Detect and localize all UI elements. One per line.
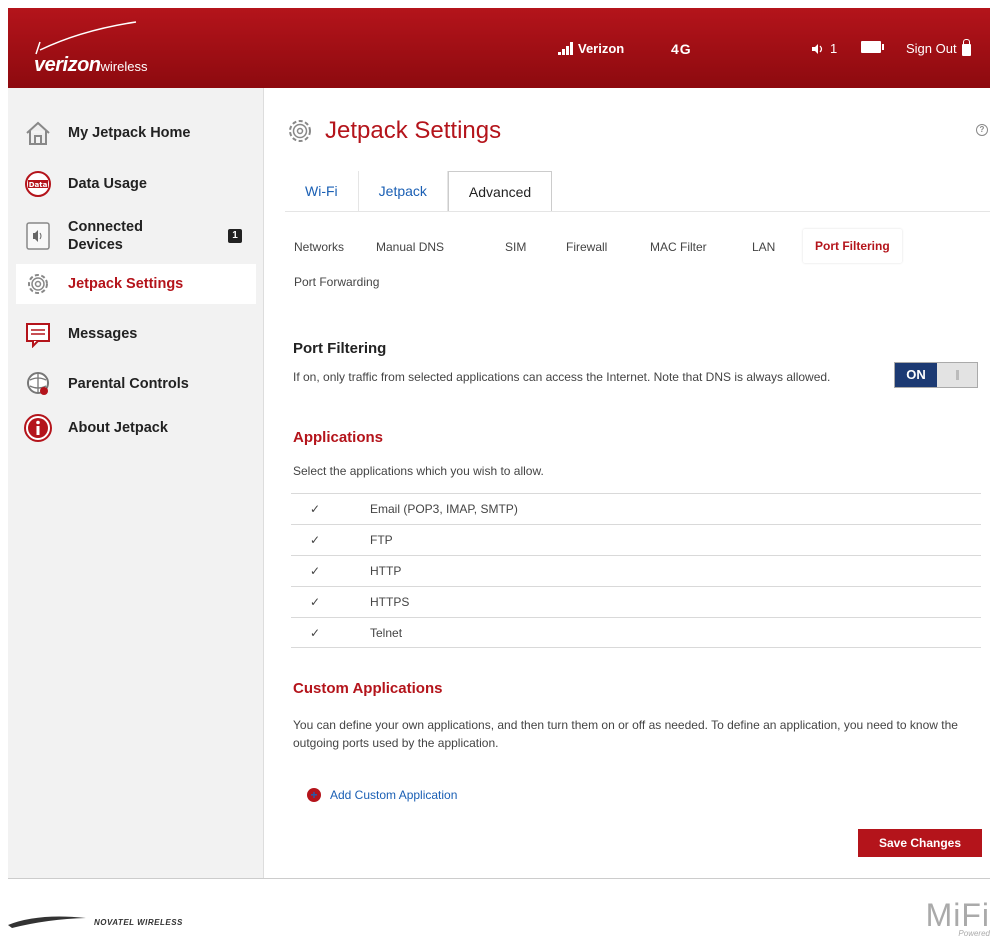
sidebar-item-label: My Jetpack Home: [68, 125, 191, 141]
sidebar-item-parental-controls[interactable]: Parental Controls: [16, 366, 256, 402]
sidebar: My Jetpack Home Data Data Usage Connecte…: [8, 88, 264, 878]
sidebar-item-home[interactable]: My Jetpack Home: [16, 113, 256, 153]
subtab-manual-dns[interactable]: Manual DNS: [376, 240, 444, 254]
port-filtering-heading: Port Filtering: [293, 340, 387, 357]
settings-gear-icon: [289, 120, 311, 142]
logo-swoosh-icon: [35, 21, 137, 55]
verizon-logo: verizonwireless: [32, 20, 202, 80]
subtab-port-filtering[interactable]: Port Filtering: [803, 229, 902, 263]
messages-icon: [22, 318, 54, 350]
tab-wifi[interactable]: Wi-Fi: [285, 171, 359, 211]
subtab-firewall[interactable]: Firewall: [566, 240, 607, 254]
toggle-on-label: ON: [895, 363, 937, 387]
app-name: Email (POP3, IMAP, SMTP): [370, 502, 518, 516]
app-name: HTTPS: [370, 595, 410, 609]
sidebar-item-label: Messages: [68, 326, 138, 342]
checkbox-email[interactable]: ✓: [308, 502, 322, 516]
sign-out-link[interactable]: Sign Out: [906, 39, 971, 56]
gear-icon: [22, 268, 54, 300]
sidebar-item-label: Data Usage: [68, 176, 147, 192]
checkbox-ftp[interactable]: ✓: [308, 533, 322, 547]
logo-sub-text: wireless: [100, 59, 148, 74]
sidebar-item-label: Jetpack Settings: [68, 276, 184, 292]
list-item: ✓ Telnet: [291, 617, 981, 648]
mifi-powered-text: Powered: [958, 929, 990, 938]
home-icon: [22, 117, 54, 149]
applications-list: ✓ Email (POP3, IMAP, SMTP) ✓ FTP ✓ HTTP …: [291, 493, 981, 648]
subtab-mac-filter[interactable]: MAC Filter: [650, 240, 707, 254]
sidebar-item-label: About Jetpack: [68, 420, 168, 436]
custom-applications-description: You can define your own applications, an…: [293, 718, 958, 750]
parental-controls-icon: [22, 368, 54, 400]
app-name: FTP: [370, 533, 393, 547]
connected-devices-indicator[interactable]: 1: [811, 41, 837, 56]
sign-out-label: Sign Out: [906, 41, 957, 56]
top-banner: verizonwireless Verizon 4G 1 Sign Out: [8, 8, 990, 88]
sidebar-item-label: Connected Devices: [68, 219, 143, 253]
tab-jetpack[interactable]: Jetpack: [359, 171, 448, 211]
info-icon: [22, 412, 54, 444]
tab-advanced[interactable]: Advanced: [447, 171, 553, 212]
connected-devices-icon: [22, 220, 54, 252]
custom-applications-heading: Custom Applications: [293, 680, 443, 697]
connected-devices-badge: 1: [228, 229, 242, 243]
port-filtering-description: If on, only traffic from selected applic…: [293, 370, 831, 384]
port-filtering-toggle[interactable]: ON: [894, 362, 978, 388]
subtab-lan[interactable]: LAN: [752, 240, 775, 254]
network-type-label: 4G: [671, 41, 692, 57]
battery-status: [861, 41, 884, 53]
sidebar-item-connected-devices[interactable]: Connected Devices 1: [16, 214, 256, 258]
main-content: Jetpack Settings ? Wi-Fi Jetpack Advance…: [265, 88, 990, 878]
list-item: ✓ HTTP: [291, 555, 981, 586]
svg-text:Data: Data: [29, 181, 48, 189]
signal-strength-icon: [558, 42, 573, 55]
sidebar-item-jetpack-settings[interactable]: Jetpack Settings: [16, 264, 256, 304]
footer: NOVATEL WIRELESS MiFi Powered: [8, 878, 990, 943]
page-title: Jetpack Settings: [285, 116, 501, 146]
applications-heading: Applications: [293, 429, 384, 446]
network-type: 4G: [671, 41, 692, 57]
wifi-devices-icon: [812, 43, 823, 54]
sidebar-item-messages[interactable]: Messages: [16, 316, 256, 352]
add-custom-application-label: Add Custom Application: [330, 788, 458, 802]
page-title-text: Jetpack Settings: [325, 117, 502, 144]
subtab-networks[interactable]: Networks: [294, 240, 344, 254]
novatel-text: NOVATEL WIRELESS: [94, 917, 183, 927]
novatel-swoosh-icon: [8, 916, 86, 928]
list-item: ✓ FTP: [291, 524, 981, 555]
data-usage-icon: Data: [22, 168, 54, 200]
plus-icon: +: [307, 788, 321, 802]
app-name: Telnet: [370, 625, 403, 640]
sidebar-item-label: Parental Controls: [68, 376, 189, 392]
list-item: ✓ Email (POP3, IMAP, SMTP): [291, 493, 981, 524]
tabs-divider: [285, 211, 990, 212]
app-name: HTTP: [370, 564, 402, 578]
novatel-logo: NOVATEL WIRELESS: [8, 915, 183, 929]
carrier-name: Verizon: [578, 41, 625, 56]
list-item: ✓ HTTPS: [291, 586, 981, 617]
sidebar-item-data-usage[interactable]: Data Data Usage: [16, 166, 256, 202]
subtab-port-forwarding[interactable]: Port Forwarding: [294, 275, 379, 289]
logo-main-text: verizon: [34, 54, 101, 76]
checkbox-https[interactable]: ✓: [308, 595, 322, 609]
save-changes-button[interactable]: Save Changes: [858, 829, 982, 857]
help-icon[interactable]: ?: [976, 124, 988, 136]
battery-icon: [861, 41, 884, 53]
checkbox-telnet[interactable]: ✓: [308, 626, 322, 640]
settings-tabs: Wi-Fi Jetpack Advanced: [285, 171, 553, 212]
applications-description: Select the applications which you wish t…: [293, 464, 544, 478]
checkbox-http[interactable]: ✓: [308, 564, 322, 578]
lock-icon: [961, 39, 971, 56]
toggle-knob: [937, 363, 977, 387]
add-custom-application-link[interactable]: + Add Custom Application: [307, 788, 457, 802]
subtab-sim[interactable]: SIM: [505, 240, 526, 254]
sidebar-item-about[interactable]: About Jetpack: [16, 410, 256, 446]
carrier-status: Verizon: [558, 41, 624, 56]
connected-count: 1: [830, 41, 838, 56]
